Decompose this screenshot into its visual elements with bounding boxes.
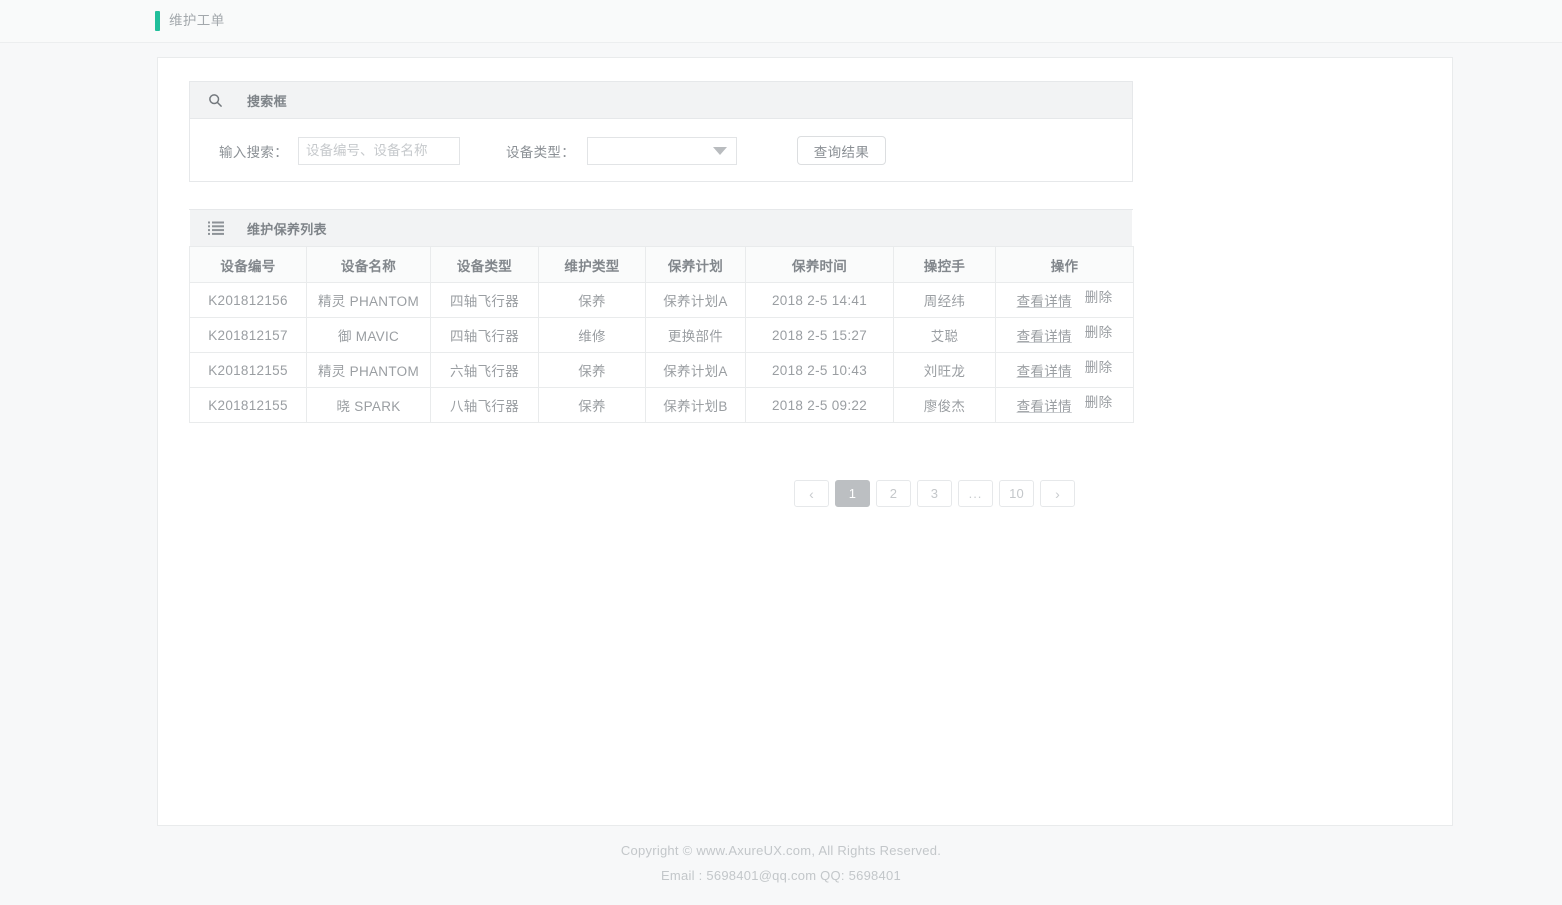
cell-maintain-type: 保养 (538, 282, 646, 318)
search-input[interactable] (298, 136, 460, 165)
cell-device-name: 精灵 PHANTOM (306, 282, 431, 318)
cell-actions: 查看详情 删除 (995, 282, 1134, 318)
cell-time: 2018 2-5 14:41 (745, 282, 894, 318)
device-type-label: 设备类型： (506, 144, 575, 160)
list-icon (207, 220, 224, 237)
footer-copyright: Copyright © www.AxureUX.com, All Rights … (620, 843, 942, 858)
cell-maintain-type: 保养 (538, 352, 646, 388)
list-panel-header: 维护保养列表 (190, 210, 1132, 247)
top-bar: 维护工单 (0, 0, 1562, 43)
pagination: ‹ 1 2 3 ... 10 › (794, 480, 1075, 507)
cell-actions: 查看详情 删除 (995, 387, 1134, 423)
cell-operator: 周经纬 (893, 282, 996, 318)
column-header-maintain-type: 维护类型 (538, 246, 646, 283)
column-header-device-name: 设备名称 (306, 246, 431, 283)
search-panel: 搜索框 输入搜索： 设备类型： 查询结果 (189, 81, 1133, 182)
cell-operator: 艾聪 (893, 317, 996, 353)
cell-maintain-type: 保养 (538, 387, 646, 423)
table-header-row: 设备编号 设备名称 设备类型 维护类型 保养计划 保养时间 操控手 操作 (189, 246, 1134, 283)
column-header-time: 保养时间 (745, 246, 894, 283)
column-header-device-id: 设备编号 (189, 246, 307, 283)
view-detail-link[interactable]: 查看详情 (1017, 364, 1072, 379)
cell-device-name: 晓 SPARK (306, 387, 431, 423)
pagination-page-1[interactable]: 1 (835, 480, 870, 507)
search-icon (207, 92, 224, 109)
cell-operator: 刘旺龙 (893, 352, 996, 388)
maintenance-table: 设备编号 设备名称 设备类型 维护类型 保养计划 保养时间 操控手 操作 K20… (189, 246, 1134, 423)
cell-time: 2018 2-5 10:43 (745, 352, 894, 388)
page-title: 维护工单 (169, 13, 225, 28)
cell-maintain-type: 维修 (538, 317, 646, 353)
delete-link[interactable]: 删除 (1085, 325, 1113, 340)
search-panel-title: 搜索框 (247, 93, 287, 109)
pagination-page-10[interactable]: 10 (999, 480, 1034, 507)
cell-operator: 廖俊杰 (893, 387, 996, 423)
view-detail-link[interactable]: 查看详情 (1017, 399, 1072, 414)
table-row: K201812155 晓 SPARK 八轴飞行器 保养 保养计划B 2018 2… (189, 387, 1134, 423)
main-content-card: 搜索框 输入搜索： 设备类型： 查询结果 (157, 57, 1453, 826)
cell-time: 2018 2-5 15:27 (745, 317, 894, 353)
cell-device-type: 四轴飞行器 (430, 282, 539, 318)
query-button[interactable]: 查询结果 (797, 136, 886, 165)
column-header-operator: 操控手 (893, 246, 996, 283)
cell-device-type: 六轴飞行器 (430, 352, 539, 388)
cell-plan: 保养计划B (645, 387, 746, 423)
cell-device-id: K201812156 (189, 282, 307, 318)
pagination-page-2[interactable]: 2 (876, 480, 911, 507)
table-body: K201812156 精灵 PHANTOM 四轴飞行器 保养 保养计划A 201… (189, 282, 1134, 423)
search-input-label: 输入搜索： (219, 144, 288, 160)
view-detail-link[interactable]: 查看详情 (1017, 294, 1072, 309)
column-header-device-type: 设备类型 (430, 246, 539, 283)
table-row: K201812157 御 MAVIC 四轴飞行器 维修 更换部件 2018 2-… (189, 317, 1134, 353)
cell-plan: 保养计划A (645, 282, 746, 318)
cell-plan: 更换部件 (645, 317, 746, 353)
title-accent-bar (155, 11, 160, 31)
footer-contact: Email : 5698401@qq.com QQ: 5698401 (661, 868, 901, 883)
delete-link[interactable]: 删除 (1085, 360, 1113, 375)
delete-link[interactable]: 删除 (1085, 290, 1113, 305)
pagination-next-button[interactable]: › (1040, 480, 1075, 507)
cell-device-name: 御 MAVIC (306, 317, 431, 353)
cell-device-id: K201812157 (189, 317, 307, 353)
search-panel-header: 搜索框 (190, 82, 1132, 119)
pagination-prev-button[interactable]: ‹ (794, 480, 829, 507)
device-type-select[interactable] (587, 136, 737, 165)
column-header-actions: 操作 (995, 246, 1134, 283)
cell-device-id: K201812155 (189, 352, 307, 388)
table-header: 设备编号 设备名称 设备类型 维护类型 保养计划 保养时间 操控手 操作 (189, 246, 1134, 283)
cell-device-id: K201812155 (189, 387, 307, 423)
cell-plan: 保养计划A (645, 352, 746, 388)
search-form: 输入搜索： 设备类型： 查询结果 (190, 119, 1132, 182)
view-detail-link[interactable]: 查看详情 (1017, 329, 1072, 344)
footer: Copyright © www.AxureUX.com, All Rights … (0, 838, 1562, 888)
cell-actions: 查看详情 删除 (995, 352, 1134, 388)
cell-actions: 查看详情 删除 (995, 317, 1134, 353)
column-header-plan: 保养计划 (645, 246, 746, 283)
list-panel-title: 维护保养列表 (247, 221, 327, 237)
page-title-group: 维护工单 (155, 11, 225, 31)
cell-time: 2018 2-5 09:22 (745, 387, 894, 423)
table-row: K201812156 精灵 PHANTOM 四轴飞行器 保养 保养计划A 201… (189, 282, 1134, 318)
cell-device-type: 八轴飞行器 (430, 387, 539, 423)
chevron-down-icon (713, 146, 727, 155)
list-panel: 维护保养列表 (189, 209, 1133, 247)
pagination-page-3[interactable]: 3 (917, 480, 952, 507)
cell-device-name: 精灵 PHANTOM (306, 352, 431, 388)
pagination-ellipsis[interactable]: ... (958, 480, 993, 507)
table-row: K201812155 精灵 PHANTOM 六轴飞行器 保养 保养计划A 201… (189, 352, 1134, 388)
cell-device-type: 四轴飞行器 (430, 317, 539, 353)
delete-link[interactable]: 删除 (1085, 395, 1113, 410)
